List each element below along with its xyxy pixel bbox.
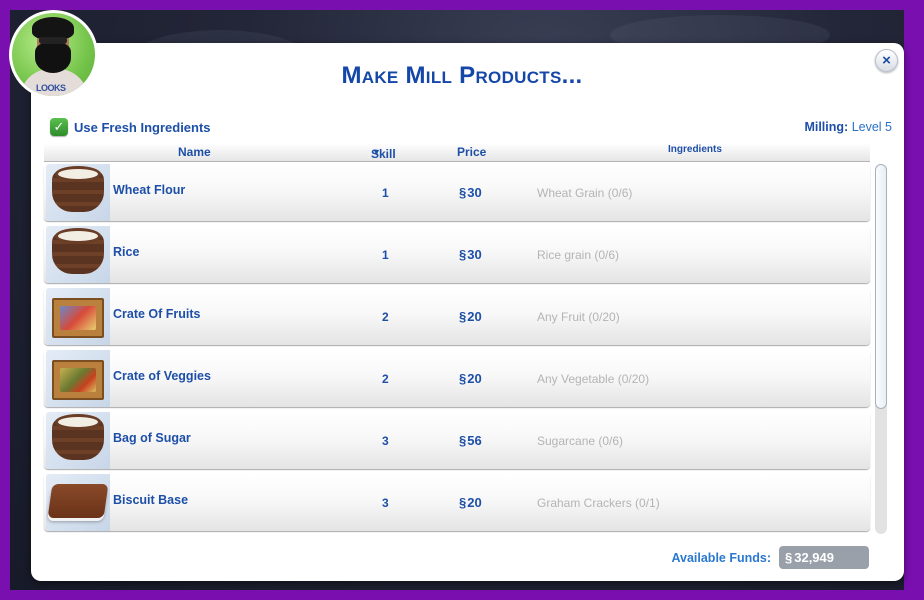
recipe-row[interactable]: Wheat Flour 1 § 30 Wheat Grain (0/6)	[44, 164, 870, 221]
dialog-title: Make Mill Products...	[341, 62, 583, 89]
recipe-ingredients: Rice grain (0/6)	[537, 247, 620, 262]
recipe-price: § 30	[459, 185, 482, 200]
recipe-name: Crate of Veggies	[113, 368, 211, 383]
veggie-crate-icon	[46, 350, 110, 407]
available-funds: Available Funds: § 32,949	[671, 546, 869, 569]
simoleon-icon: §	[459, 309, 467, 324]
simoleon-icon: §	[785, 550, 793, 565]
skill-name: Milling:	[804, 120, 849, 134]
recipe-ingredients: Graham Crackers (0/1)	[537, 495, 660, 510]
simoleon-icon: §	[459, 247, 467, 262]
checkbox-checked-icon[interactable]: ✓	[50, 118, 68, 136]
sort-descending-icon: ▼	[372, 147, 381, 157]
recipe-skill: 1	[382, 247, 389, 262]
simoleon-icon: §	[459, 371, 467, 386]
available-funds-value: § 32,949	[779, 546, 869, 569]
recipe-row[interactable]: Bag of Sugar 3 § 56 Sugarcane (0/6)	[44, 412, 870, 469]
list-scrollbar[interactable]	[875, 164, 887, 534]
close-button[interactable]: ×	[875, 49, 898, 72]
recipe-name: Wheat Flour	[113, 182, 186, 197]
column-header-name[interactable]: Name	[178, 145, 211, 159]
recipe-name: Crate Of Fruits	[113, 306, 201, 321]
recipe-ingredients: Wheat Grain (0/6)	[537, 185, 633, 200]
recipe-skill: 3	[382, 433, 389, 448]
recipe-skill: 2	[382, 309, 389, 324]
skill-level-info: Milling: Level 5	[804, 120, 892, 134]
use-fresh-ingredients-label: Use Fresh Ingredients	[74, 119, 211, 135]
recipe-ingredients: Sugarcane (0/6)	[537, 433, 624, 448]
recipe-row[interactable]: Crate Of Fruits 2 § 20 Any Fruit (0/20)	[44, 288, 870, 345]
sugar-sack-icon	[46, 412, 110, 469]
sim-avatar[interactable]: LOOKS	[9, 10, 98, 99]
simoleon-icon: §	[459, 495, 467, 510]
recipe-ingredients: Any Vegetable (0/20)	[537, 371, 650, 386]
table-header: Name Skill ▼ Price Ingredients	[44, 143, 870, 162]
recipe-price: § 56	[459, 433, 482, 448]
close-icon: ×	[882, 52, 891, 69]
fruit-crate-icon	[46, 288, 110, 345]
recipe-name: Bag of Sugar	[113, 430, 191, 445]
column-header-price[interactable]: Price	[457, 145, 486, 159]
simoleon-icon: §	[459, 433, 467, 448]
column-header-ingredients[interactable]: Ingredients	[668, 144, 722, 155]
recipe-row[interactable]: Crate of Veggies 2 § 20 Any Vegetable (0/…	[44, 350, 870, 407]
flour-sack-icon	[46, 164, 110, 221]
recipe-price: § 30	[459, 247, 482, 262]
rice-sack-icon	[46, 226, 110, 283]
recipe-price: § 20	[459, 371, 482, 386]
recipe-skill: 3	[382, 495, 389, 510]
recipe-list: Wheat Flour 1 § 30 Wheat Grain (0/6) Rice…	[44, 164, 870, 536]
recipe-row[interactable]: Rice 1 § 30 Rice grain (0/6)	[44, 226, 870, 283]
recipe-name: Rice	[113, 244, 140, 259]
avatar-shirt-text: LOOKS	[36, 83, 66, 93]
recipe-skill: 2	[382, 371, 389, 386]
recipe-price: § 20	[459, 495, 482, 510]
recipe-row[interactable]: Biscuit Base 3 § 20 Graham Crackers (0/1)	[44, 474, 870, 531]
recipe-skill: 1	[382, 185, 389, 200]
skill-level: Level 5	[851, 120, 892, 134]
recipe-ingredients: Any Fruit (0/20)	[537, 309, 620, 324]
recipe-price: § 20	[459, 309, 482, 324]
biscuit-base-icon	[46, 474, 110, 531]
simoleon-icon: §	[459, 185, 467, 200]
recipe-name: Biscuit Base	[113, 492, 189, 507]
scrollbar-thumb[interactable]	[875, 164, 887, 409]
use-fresh-ingredients-toggle[interactable]: ✓ Use Fresh Ingredients	[50, 118, 211, 136]
available-funds-label: Available Funds:	[671, 550, 771, 565]
